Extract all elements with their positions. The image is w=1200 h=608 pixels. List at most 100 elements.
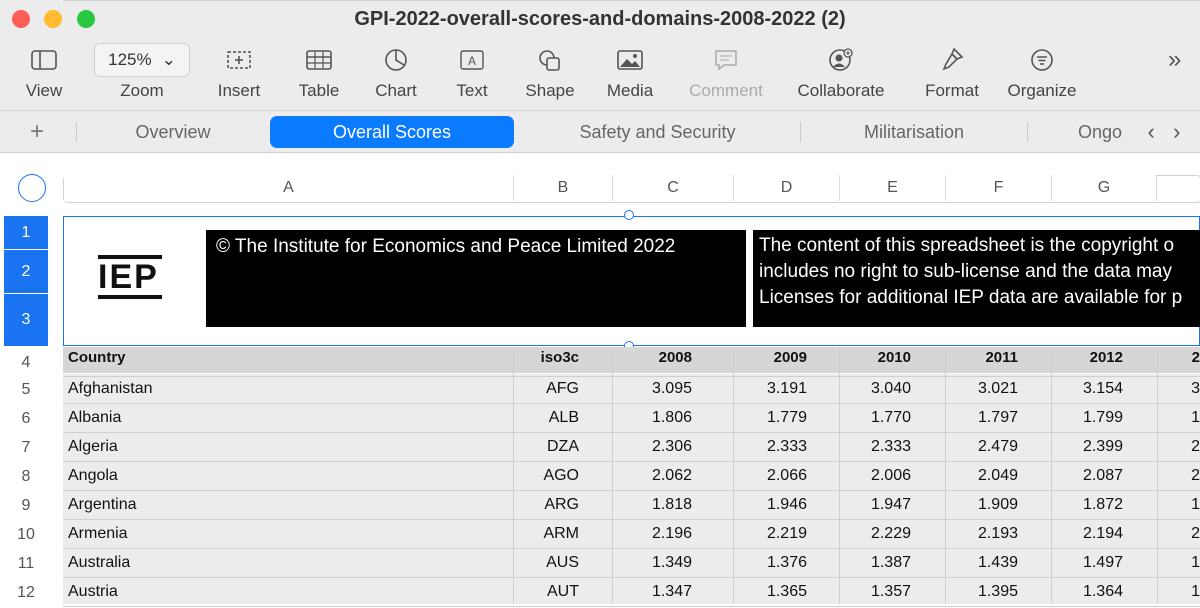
score-cell[interactable]: 1.387: [840, 554, 911, 572]
score-cell[interactable]: 2.229: [840, 525, 911, 543]
score-cell[interactable]: 3: [1160, 380, 1200, 398]
row-header-5[interactable]: 5: [4, 374, 48, 403]
score-cell[interactable]: 2: [1160, 467, 1200, 485]
chevron-right-icon[interactable]: ›: [1173, 119, 1180, 144]
country-cell[interactable]: Algeria: [68, 438, 508, 456]
view-button[interactable]: View: [18, 42, 70, 101]
country-cell[interactable]: Angola: [68, 467, 508, 485]
tab-militarisation[interactable]: Militarisation: [840, 116, 988, 148]
column-heading[interactable]: 2009: [734, 349, 807, 366]
organize-button[interactable]: Organize: [1002, 42, 1082, 101]
shape-button[interactable]: Shape: [520, 42, 580, 101]
score-cell[interactable]: 1.797: [946, 409, 1018, 427]
score-cell[interactable]: 1.946: [734, 496, 807, 514]
score-cell[interactable]: 1.770: [840, 409, 911, 427]
score-cell[interactable]: 2: [1160, 525, 1200, 543]
score-cell[interactable]: 2.062: [613, 467, 692, 485]
score-cell[interactable]: 2.479: [946, 438, 1018, 456]
column-heading[interactable]: 2011: [946, 349, 1018, 366]
score-cell[interactable]: 2.193: [946, 525, 1018, 543]
score-cell[interactable]: 3.040: [840, 380, 911, 398]
chart-button[interactable]: Chart: [367, 42, 425, 101]
score-cell[interactable]: 1.349: [613, 554, 692, 572]
media-button[interactable]: Media: [600, 42, 660, 101]
row-header-9[interactable]: 9: [4, 490, 48, 519]
column-heading[interactable]: iso3c: [514, 349, 579, 366]
column-header-a[interactable]: A: [64, 175, 514, 201]
score-cell[interactable]: 3.154: [1052, 380, 1123, 398]
row-header-11[interactable]: 11: [4, 548, 48, 577]
comment-button[interactable]: Comment: [682, 42, 770, 101]
score-cell[interactable]: 1: [1160, 583, 1200, 601]
column-heading[interactable]: 2010: [840, 349, 911, 366]
score-cell[interactable]: 2.306: [613, 438, 692, 456]
score-cell[interactable]: 1.799: [1052, 409, 1123, 427]
score-cell[interactable]: 2.087: [1052, 467, 1123, 485]
score-cell[interactable]: 1: [1160, 554, 1200, 572]
iso-code-cell[interactable]: ARM: [514, 525, 579, 543]
score-cell[interactable]: 1.818: [613, 496, 692, 514]
score-cell[interactable]: 2.333: [734, 438, 807, 456]
column-header-e[interactable]: E: [840, 175, 946, 201]
score-cell[interactable]: 1.364: [1052, 583, 1123, 601]
score-cell[interactable]: 1: [1160, 496, 1200, 514]
score-cell[interactable]: 1.376: [734, 554, 807, 572]
row-header-12[interactable]: 12: [4, 577, 48, 606]
score-cell[interactable]: 2.333: [840, 438, 911, 456]
score-cell[interactable]: 1.357: [840, 583, 911, 601]
column-header-b[interactable]: B: [514, 175, 613, 201]
column-heading[interactable]: 2008: [613, 349, 692, 366]
row-header-4[interactable]: 4: [4, 347, 48, 376]
zoom-dropdown[interactable]: 125% ⌄: [94, 43, 190, 77]
tab-overall-scores[interactable]: Overall Scores: [270, 116, 514, 148]
tab-overview[interactable]: Overview: [108, 116, 238, 148]
score-cell[interactable]: 1: [1160, 409, 1200, 427]
row-header-1[interactable]: 1: [4, 216, 48, 249]
country-cell[interactable]: Afghanistan: [68, 380, 508, 398]
score-cell[interactable]: 1.872: [1052, 496, 1123, 514]
score-cell[interactable]: 1.947: [840, 496, 911, 514]
tab-ongoing-conflict[interactable]: Ongo: [1078, 116, 1128, 148]
select-all-button[interactable]: [18, 174, 46, 202]
score-cell[interactable]: 2.066: [734, 467, 807, 485]
zoom-control[interactable]: 125% ⌄ Zoom: [93, 42, 191, 101]
iso-code-cell[interactable]: AFG: [514, 380, 579, 398]
score-cell[interactable]: 1.779: [734, 409, 807, 427]
score-cell[interactable]: 2: [1160, 438, 1200, 456]
country-cell[interactable]: Australia: [68, 554, 508, 572]
column-heading[interactable]: Country: [68, 349, 508, 366]
column-header-c[interactable]: C: [613, 175, 734, 201]
score-cell[interactable]: 3.095: [613, 380, 692, 398]
column-heading[interactable]: 2: [1160, 349, 1200, 366]
country-cell[interactable]: Argentina: [68, 496, 508, 514]
iso-code-cell[interactable]: AUT: [514, 583, 579, 601]
collaborate-button[interactable]: Collaborate: [790, 42, 892, 101]
score-cell[interactable]: 2.194: [1052, 525, 1123, 543]
iso-code-cell[interactable]: AUS: [514, 554, 579, 572]
column-header-f[interactable]: F: [946, 175, 1052, 201]
column-header-d[interactable]: D: [734, 175, 840, 201]
toolbar-overflow-icon[interactable]: »: [1168, 46, 1181, 74]
score-cell[interactable]: 2.049: [946, 467, 1018, 485]
country-cell[interactable]: Armenia: [68, 525, 508, 543]
column-header-g[interactable]: G: [1052, 175, 1157, 201]
row-header-7[interactable]: 7: [4, 432, 48, 461]
row-header-10[interactable]: 10: [4, 519, 48, 548]
add-sheet-button[interactable]: +: [22, 116, 52, 148]
score-cell[interactable]: 1.806: [613, 409, 692, 427]
row-header-6[interactable]: 6: [4, 403, 48, 432]
score-cell[interactable]: 3.021: [946, 380, 1018, 398]
score-cell[interactable]: 2.006: [840, 467, 911, 485]
tab-safety-and-security[interactable]: Safety and Security: [555, 116, 760, 148]
score-cell[interactable]: 1.439: [946, 554, 1018, 572]
score-cell[interactable]: 3.191: [734, 380, 807, 398]
row-header-8[interactable]: 8: [4, 461, 48, 490]
score-cell[interactable]: 1.395: [946, 583, 1018, 601]
insert-button[interactable]: Insert: [210, 42, 268, 101]
score-cell[interactable]: 1.497: [1052, 554, 1123, 572]
score-cell[interactable]: 2.399: [1052, 438, 1123, 456]
chevron-left-icon[interactable]: ‹: [1148, 119, 1155, 144]
score-cell[interactable]: 2.219: [734, 525, 807, 543]
resize-handle-top[interactable]: [624, 210, 634, 220]
score-cell[interactable]: 2.196: [613, 525, 692, 543]
